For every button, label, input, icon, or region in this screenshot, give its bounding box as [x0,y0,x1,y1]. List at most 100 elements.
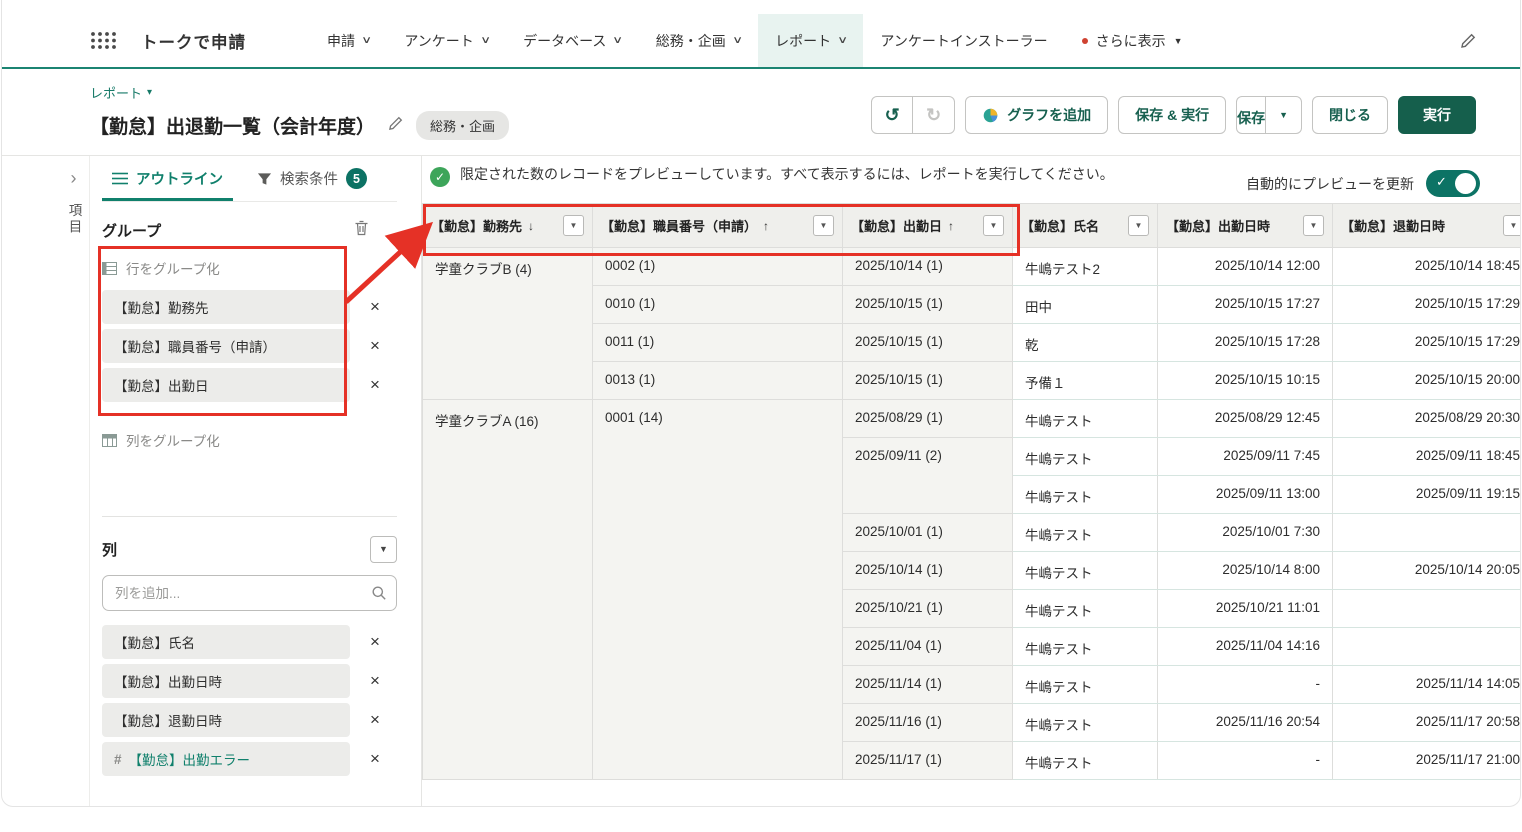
field-chip[interactable]: 【勤怠】退勤日時 [102,703,350,737]
row-group-icon [102,262,117,275]
row-group-label[interactable]: 行をグループ化 [102,256,397,280]
columns-dropdown-button[interactable]: ▼ [370,536,397,563]
app-launcher-icon[interactable] [90,14,117,67]
field-chip[interactable]: 【勤怠】職員番号（申請） [102,329,350,363]
add-graph-button[interactable]: グラフを追加 [965,96,1108,134]
table-cell: 2025/10/14 (1) [843,248,1013,286]
remove-icon[interactable]: × [370,375,380,395]
auto-update-toggle[interactable]: ✓ [1426,170,1480,197]
table-cell: 牛嶋テスト [1013,704,1158,742]
save-dropdown-button[interactable]: ▼ [1265,96,1302,134]
field-chip-row: 【勤怠】職員番号（申請） × [102,329,397,363]
tab-filter[interactable]: 検索条件 5 [247,156,377,201]
remove-icon[interactable]: × [370,710,380,730]
remove-icon[interactable]: × [370,671,380,691]
remove-icon[interactable]: × [370,336,380,356]
table-cell: 牛嶋テスト [1013,514,1158,552]
nav-item-7[interactable]: さらに表示 ▼ [1065,14,1200,67]
remove-icon[interactable]: × [370,749,380,769]
dot-grid-icon [90,31,117,50]
filter-count-badge: 5 [346,168,367,189]
header-dropdown-button[interactable]: ▼ [1128,215,1149,236]
table-cell [1333,590,1521,628]
table-body: 学童クラブB (4)0002 (1)2025/10/14 (1)牛嶋テスト220… [423,248,1521,780]
nav-item-3[interactable]: データベース ∨ [506,14,639,67]
nav-item-5[interactable]: レポート ∨ [758,14,863,67]
chevron-down-icon: ∨ [361,35,372,46]
header-dropdown-button[interactable]: ▼ [1303,215,1324,236]
expand-panel-icon[interactable]: › [71,168,77,189]
close-button[interactable]: 閉じる [1312,96,1388,134]
table-cell: 2025/10/21 11:01 [1158,590,1333,628]
table-cell: 0001 (14) [593,400,843,780]
table-cell: 学童クラブB (4) [423,248,593,400]
remove-icon[interactable]: × [370,297,380,317]
table-cell: 2025/11/14 14:05 [1333,666,1521,704]
breadcrumb-label: レポート [90,83,142,102]
tab-outline[interactable]: アウトライン [102,156,233,201]
table-cell: - [1158,742,1333,780]
field-chip[interactable]: 【勤怠】勤務先 [102,290,350,324]
column-header[interactable]: 【勤怠】職員番号（申請） ↑ ▼ [593,204,843,248]
remove-icon[interactable]: × [370,632,380,652]
table-cell: 2025/11/16 (1) [843,704,1013,742]
table-cell: 2025/10/14 18:45 [1333,248,1521,286]
run-button[interactable]: 実行 [1398,96,1476,134]
auto-update-label: 自動的にプレビューを更新 [1246,174,1414,194]
header-dropdown-button[interactable]: ▼ [1503,215,1520,236]
header-dropdown-button[interactable]: ▼ [813,215,834,236]
column-header[interactable]: 【勤怠】退勤日時 ▼ [1333,204,1521,248]
table-cell: 2025/08/29 (1) [843,400,1013,438]
column-header[interactable]: 【勤怠】出勤日時 ▼ [1158,204,1333,248]
sidebar-tabs: アウトライン 検索条件 5 [102,156,397,202]
field-chip[interactable]: 【勤怠】出勤日時 [102,664,350,698]
success-check-icon: ✓ [430,167,450,187]
trash-icon[interactable] [354,220,369,240]
column-group-label[interactable]: 列をグループ化 [102,428,397,452]
header-actions: ↺ ↻ グラフを追加 保存 & 実行 保存 ▼ 閉じる 実行 [871,96,1476,134]
page-title: 【勤怠】出退勤一覧（会計年度） [90,112,375,139]
nav-item-4[interactable]: 総務・企画 ∨ [639,14,758,67]
title-edit-pencil-icon[interactable] [388,116,403,136]
undo-button[interactable]: ↺ [871,96,913,134]
table-cell: 2025/10/15 (1) [843,324,1013,362]
table-cell: 2025/09/11 (2) [843,438,1013,514]
chevron-down-icon: ∨ [837,35,848,46]
column-header[interactable]: 【勤怠】出勤日 ↑ ▼ [843,204,1013,248]
columns-section-header: 列 ▼ [102,535,397,563]
header-dropdown-button[interactable]: ▼ [983,215,1004,236]
table-cell: 2025/08/29 20:30 [1333,400,1521,438]
field-chip[interactable]: 【勤怠】出勤日 [102,368,350,402]
category-badge: 総務・企画 [416,111,509,140]
add-column-input[interactable] [102,575,397,611]
save-and-run-button[interactable]: 保存 & 実行 [1118,96,1226,134]
save-button[interactable]: 保存 [1236,96,1266,134]
column-header[interactable]: 【勤怠】氏名 ▼ [1013,204,1158,248]
column-header[interactable]: 【勤怠】勤務先 ↓ ▼ [423,204,593,248]
preview-area: ✓ 限定された数のレコードをプレビューしています。すべて表示するには、レポートを… [422,156,1520,806]
table-cell: 牛嶋テスト2 [1013,248,1158,286]
table-cell: 2025/10/15 17:29 [1333,324,1521,362]
header-dropdown-button[interactable]: ▼ [563,215,584,236]
table-header-row: 【勤怠】勤務先 ↓ ▼ 【勤怠】職員番号（申請） ↑ ▼ 【勤怠】出勤日 ↑ ▼… [423,204,1521,248]
table-cell: 2025/09/11 19:15 [1333,476,1521,514]
nav-edit-pencil-icon[interactable] [1460,14,1476,67]
outline-list-icon [112,172,128,185]
table-cell: 0013 (1) [593,362,843,400]
table-cell: 牛嶋テスト [1013,552,1158,590]
table-cell: 2025/11/16 20:54 [1158,704,1333,742]
nav-item-6[interactable]: アンケートインストーラー [863,14,1064,67]
table-cell: 2025/10/21 (1) [843,590,1013,628]
table-cell: 2025/11/17 20:58 [1333,704,1521,742]
field-chip[interactable]: 【勤怠】氏名 [102,625,350,659]
nav-item-2[interactable]: アンケート ∨ [387,14,506,67]
field-chip[interactable]: # 【勤怠】出勤エラー [102,742,350,776]
table-cell: 2025/09/11 13:00 [1158,476,1333,514]
table-cell: 田中 [1013,286,1158,324]
chevron-down-icon: ∨ [613,35,624,46]
field-chip-row: # 【勤怠】出勤エラー × [102,742,397,776]
breadcrumb[interactable]: レポート ▾ [90,83,152,102]
nav-item-1[interactable]: 申請 ∨ [310,14,387,67]
redo-button[interactable]: ↻ [913,96,955,134]
auto-update-control: 自動的にプレビューを更新 ✓ [1246,170,1480,197]
